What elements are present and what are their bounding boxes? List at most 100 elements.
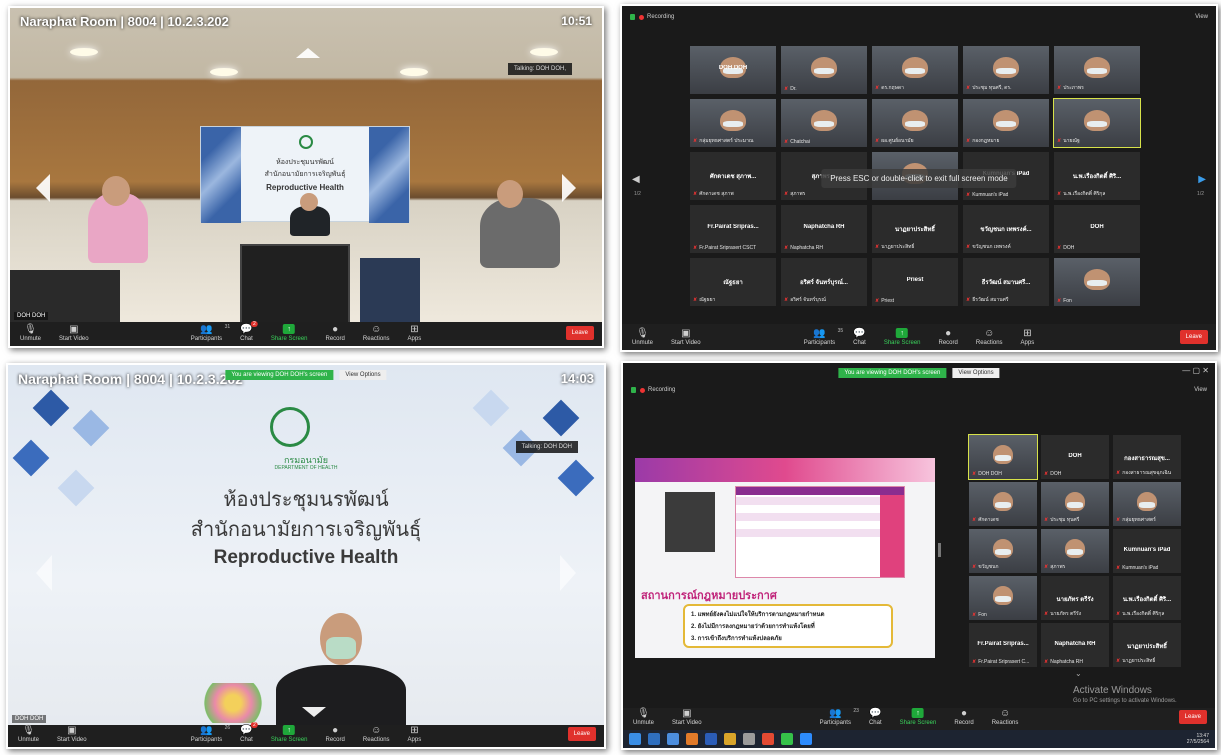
- participant-tile[interactable]: ✘ ประภาพร: [1054, 46, 1140, 94]
- participant-tile[interactable]: ศักดาเดช สุภาพ... ✘ ศักดาเดช สุภาพ: [690, 152, 776, 200]
- line-icon[interactable]: [781, 733, 793, 745]
- unmute-button[interactable]: 🎙 Unmute: [20, 324, 41, 343]
- start-video-button[interactable]: ▣ Start Video: [59, 324, 89, 343]
- participant-tile[interactable]: ✘ DOH DOH: [968, 434, 1038, 480]
- view-options-button[interactable]: View Options: [952, 368, 1000, 378]
- unmute-button[interactable]: 🎙 Unmute: [632, 328, 653, 347]
- reactions-button[interactable]: ☺ Reactions: [363, 725, 390, 744]
- camera-pan-right-icon[interactable]: [562, 174, 576, 202]
- participant-tile[interactable]: Priest ✘ Priest: [872, 258, 958, 306]
- participant-tile[interactable]: Naphatcha RH ✘ Naphatcha RH: [1041, 623, 1109, 667]
- participant-tile[interactable]: นาฏยาประสิทธิ์ ✘ นาฏยาประสิทธิ์: [1113, 623, 1181, 667]
- participant-tile[interactable]: DOH ✘ DOH: [1041, 435, 1109, 479]
- participants-button[interactable]: 👥 31 Participants: [191, 324, 230, 343]
- participant-tile[interactable]: นาฏยาประสิทธิ์ ✘ นาฏยาประสิทธิ์: [872, 205, 958, 253]
- participant-tile[interactable]: ✘ กองกฎหมาย: [963, 99, 1049, 147]
- view-menu[interactable]: View: [1195, 14, 1208, 20]
- apps-button[interactable]: ⊞ Apps: [1021, 328, 1035, 347]
- participant-tile[interactable]: นายภัทร ตรีรัง ✘ นายภัทร ตรีรัง: [1041, 576, 1109, 620]
- participant-tile[interactable]: DOH DOH: [690, 46, 776, 94]
- participant-tile[interactable]: Fr.Pairat Sripras... ✘ Fr.Pairat Sripraser…: [690, 205, 776, 253]
- participant-tile[interactable]: ✘ Dr.: [781, 46, 867, 94]
- chat-button[interactable]: 💬 2 Chat: [240, 321, 258, 342]
- chat-button[interactable]: 💬 Chat: [853, 328, 866, 347]
- record-button[interactable]: ● Record: [326, 324, 345, 343]
- share-screen-button[interactable]: ↑ Share Screen: [271, 324, 308, 342]
- participant-tile[interactable]: Kumnuan's iPad✘Kumnuan's iPad: [1113, 529, 1181, 573]
- windows-start-icon[interactable]: [629, 733, 641, 745]
- folder-icon[interactable]: [724, 733, 736, 745]
- reactions-button[interactable]: ☺ Reactions: [363, 324, 390, 343]
- unmute-button[interactable]: 🎙 Unmute: [18, 725, 39, 744]
- participants-button[interactable]: 👥 23 Participants: [820, 708, 859, 727]
- chat-button[interactable]: 💬 2 Chat: [240, 722, 258, 743]
- reactions-button[interactable]: ☺ Reactions: [976, 328, 1003, 347]
- window-controls[interactable]: — ▢ ✕: [1182, 366, 1209, 375]
- word-icon[interactable]: [705, 733, 717, 745]
- record-button[interactable]: ● Record: [954, 708, 973, 727]
- start-video-button[interactable]: ▣ Start Video: [672, 708, 702, 727]
- leave-button[interactable]: Leave: [567, 727, 596, 741]
- participant-tile[interactable]: Naphatcha RH ✘ Naphatcha RH: [781, 205, 867, 253]
- participant-tile[interactable]: ✘ นายณัฐ: [1053, 98, 1141, 148]
- participant-tile[interactable]: ขวัญชนก เทพรงค์... ✘ ขวัญชนก เทพรงค์: [963, 205, 1049, 253]
- unmute-button[interactable]: 🎙 Unmute: [633, 708, 654, 727]
- view-menu[interactable]: View: [1194, 387, 1207, 393]
- doh-logo-icon: [270, 407, 310, 447]
- app-icon[interactable]: [743, 733, 755, 745]
- participant-tile[interactable]: ✘ ประชุม ทุนศรี: [1041, 482, 1109, 526]
- firefox-icon[interactable]: [686, 733, 698, 745]
- participant-tile[interactable]: Fr.Pairat Sripras... ✘ Fr.Pairat Sripraser…: [969, 623, 1037, 667]
- leave-button[interactable]: Leave: [565, 326, 594, 340]
- explorer-icon[interactable]: [667, 733, 679, 745]
- participant-tile[interactable]: ✘ ผอ.ศูนย์อนามัย: [872, 99, 958, 147]
- participant-tile[interactable]: อริศร์ จันทร์บุรณ์... ✘ อริศร์ จันทร์บุรณ์: [781, 258, 867, 306]
- share-screen-button[interactable]: ↑ Share Screen: [900, 708, 936, 726]
- participant-tile[interactable]: กองสาธารณสุข... ✘ กองสาธารณสุขฉุกเฉิน: [1113, 435, 1181, 479]
- participant-tile[interactable]: ✘ Fon: [1054, 258, 1140, 306]
- participant-tile[interactable]: ✘ ศักดาเดช: [969, 482, 1037, 526]
- participant-tile[interactable]: ✘ ดร.กฤษดา: [872, 46, 958, 94]
- participant-tile[interactable]: ณัฐธยา ✘ ณัฐธยา: [690, 258, 776, 306]
- participants-button[interactable]: 👥 26 Participants: [191, 725, 230, 744]
- participant-tile[interactable]: DOH ✘ DOH: [1054, 205, 1140, 253]
- camera-pan-right-icon[interactable]: [560, 555, 576, 591]
- chat-button[interactable]: 💬 Chat: [869, 708, 882, 727]
- participant-tile[interactable]: ✘ Chatchai: [781, 99, 867, 147]
- apps-button[interactable]: ⊞ Apps: [408, 324, 422, 343]
- participant-tile[interactable]: ✘ ขวัญชนก: [969, 529, 1037, 573]
- record-button[interactable]: ● Record: [939, 328, 958, 347]
- edge-icon[interactable]: [648, 733, 660, 745]
- apps-button[interactable]: ⊞ Apps: [408, 725, 422, 744]
- gallery-next-icon[interactable]: ▶: [1198, 174, 1206, 185]
- camera-tilt-up-icon[interactable]: [296, 48, 320, 58]
- participant-tile[interactable]: ✘ Fon: [969, 576, 1037, 620]
- splitter-handle[interactable]: [938, 543, 941, 557]
- record-button[interactable]: ● Record: [326, 725, 345, 744]
- participants-button[interactable]: 👥 35 Participants: [804, 328, 843, 347]
- chrome-icon[interactable]: [762, 733, 774, 745]
- sign-line-3: Reproductive Health: [213, 547, 399, 568]
- start-video-button[interactable]: ▣ Start Video: [57, 725, 87, 744]
- gallery-prev-icon[interactable]: ◀: [632, 174, 640, 185]
- zoom-icon[interactable]: [800, 733, 812, 745]
- participant-tile[interactable]: ✘ กลุ่มยุทธศาสตร์: [1113, 482, 1181, 526]
- reactions-button[interactable]: ☺ Reactions: [992, 708, 1019, 727]
- participant-tile[interactable]: น.พ.เรืองกิตติ์ ศิริ... ✘ น.พ.เรืองกิตติ์ …: [1113, 576, 1181, 620]
- participant-tile[interactable]: ธีรวัฒน์ สมานศรี... ✘ ธีรวัฒน์ สมานศรี: [963, 258, 1049, 306]
- participant-tile[interactable]: ✘ สุภาพร: [1041, 529, 1109, 573]
- chevron-down-icon[interactable]: ⌄: [1075, 669, 1082, 678]
- leave-button[interactable]: Leave: [1178, 710, 1207, 724]
- camera-pan-left-icon[interactable]: [36, 555, 52, 591]
- share-screen-button[interactable]: ↑ Share Screen: [884, 328, 921, 346]
- participant-tile[interactable]: น.พ.เรืองกิตติ์ ศิริ... ✘ น.พ.เรืองกิตติ์ …: [1054, 152, 1140, 200]
- camera-pan-left-icon[interactable]: [36, 174, 50, 202]
- start-video-button[interactable]: ▣ Start Video: [671, 328, 701, 347]
- participant-tile[interactable]: ✘ กลุ่มยุทธศาสตร์ ประมาณ: [690, 99, 776, 147]
- talking-indicator: Talking: DOH DOH,: [507, 63, 572, 75]
- view-options-button[interactable]: View Options: [339, 370, 387, 380]
- camera-tilt-down-icon[interactable]: [302, 707, 326, 717]
- participant-tile[interactable]: ✘ ประชุม ทุนศรี, ดร.: [963, 46, 1049, 94]
- share-screen-button[interactable]: ↑ Share Screen: [271, 725, 308, 743]
- leave-button[interactable]: Leave: [1179, 330, 1208, 344]
